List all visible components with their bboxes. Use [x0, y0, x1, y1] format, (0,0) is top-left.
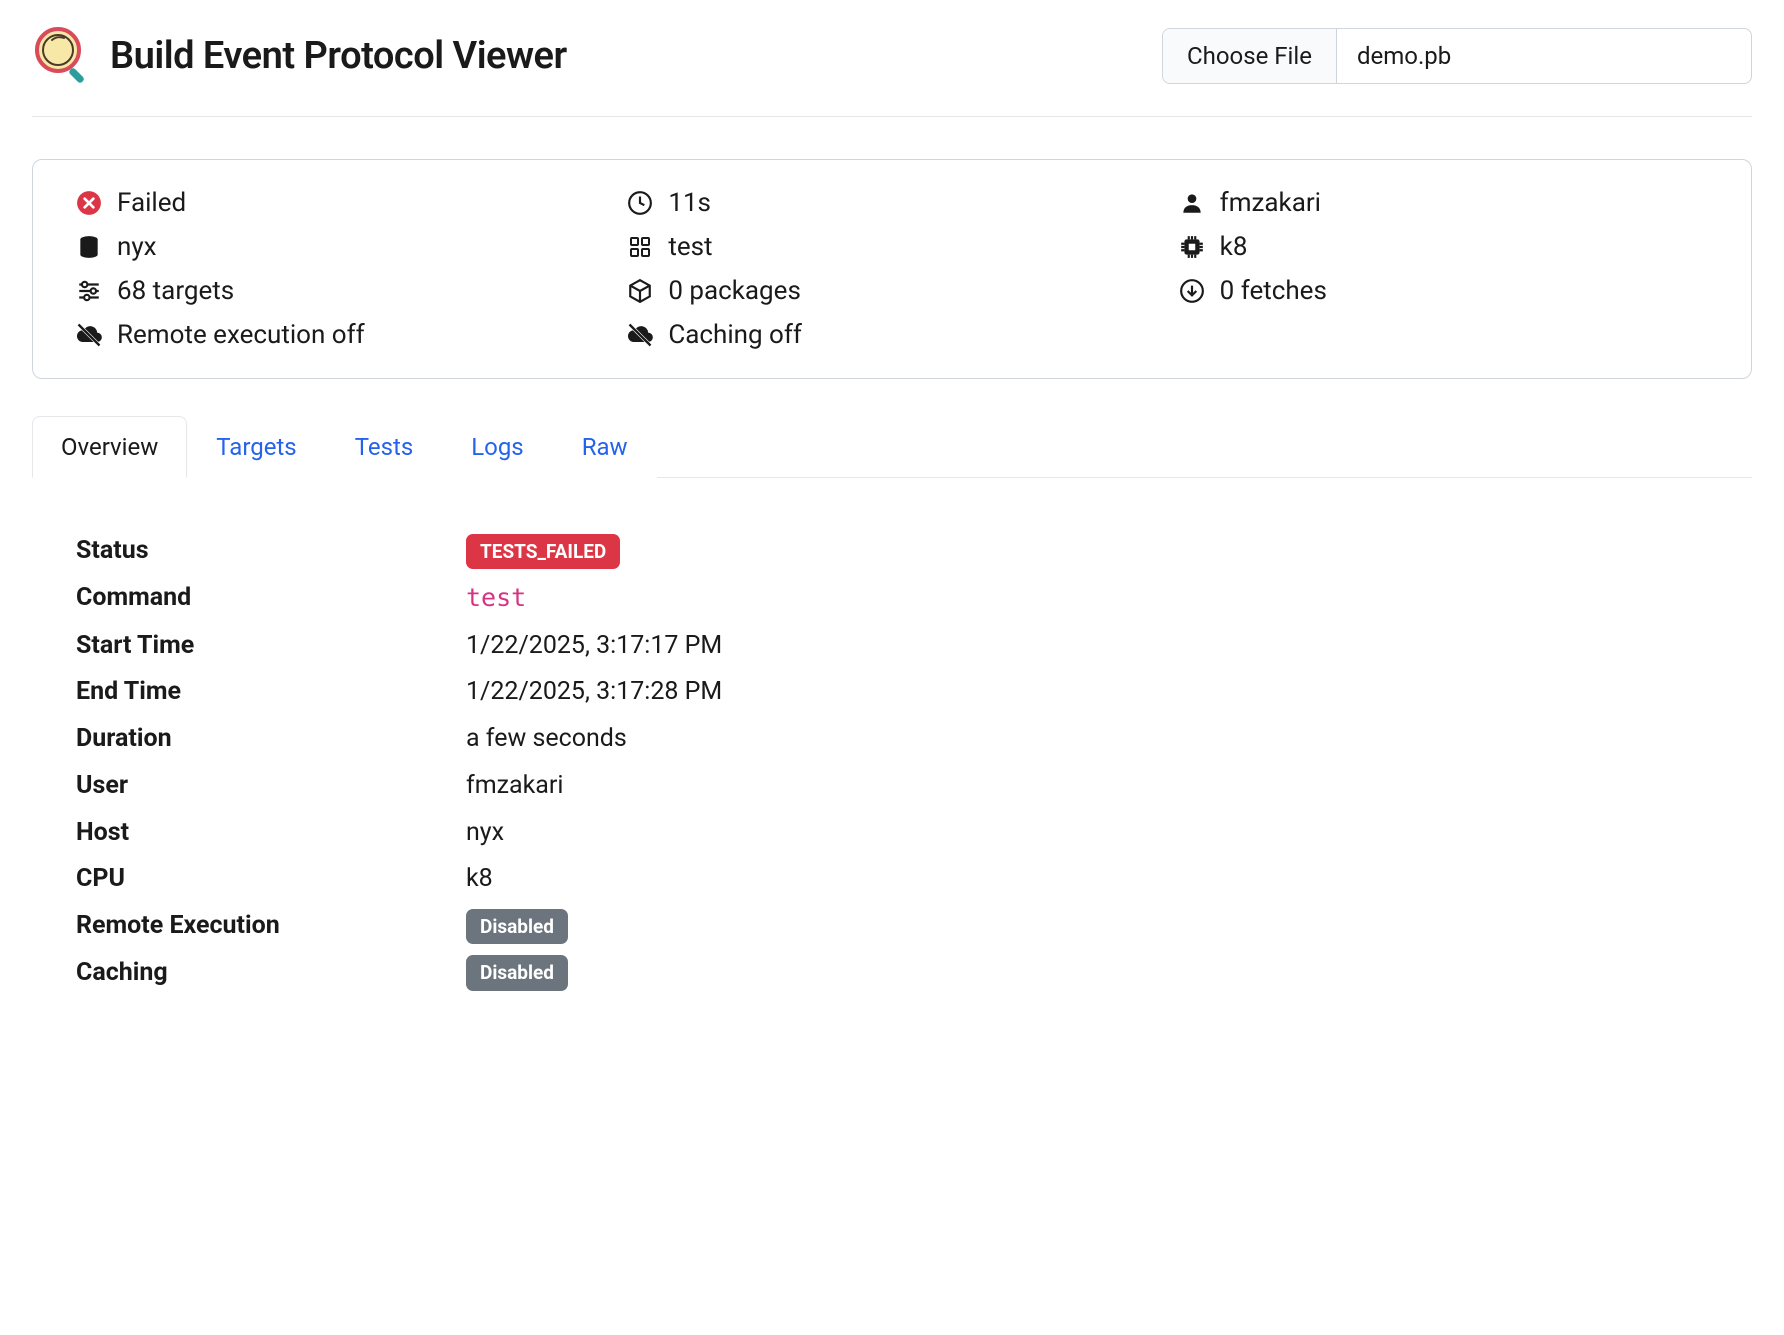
cloud-off-icon: [75, 321, 103, 349]
tab-targets[interactable]: Targets: [187, 416, 325, 478]
cpu-icon: [1178, 233, 1206, 261]
summary-host: nyx: [75, 232, 606, 262]
summary-targets-text: 68 targets: [117, 276, 234, 306]
summary-command-text: test: [668, 232, 712, 262]
summary-cpu: k8: [1178, 232, 1709, 262]
summary-packages: 0 packages: [626, 276, 1157, 306]
value-start-time: 1/22/2025, 3:17:17 PM: [466, 627, 1708, 666]
label-remote-exec: Remote Execution: [76, 907, 466, 946]
divider: [32, 116, 1752, 117]
value-duration: a few seconds: [466, 720, 1708, 759]
file-name: demo.pb: [1337, 29, 1751, 83]
summary-user: fmzakari: [1178, 188, 1709, 218]
label-duration: Duration: [76, 720, 466, 759]
clock-icon: [626, 189, 654, 217]
package-icon: [626, 277, 654, 305]
remote-exec-badge: Disabled: [466, 909, 568, 944]
value-cpu: k8: [466, 860, 1708, 899]
value-command: test: [466, 583, 526, 612]
summary-cpu-text: k8: [1220, 232, 1248, 262]
page-title: Build Event Protocol Viewer: [110, 34, 567, 78]
summary-packages-text: 0 packages: [668, 276, 801, 306]
summary-remote-exec-text: Remote execution off: [117, 320, 365, 350]
label-host: Host: [76, 814, 466, 853]
brand: Build Event Protocol Viewer: [32, 24, 567, 88]
summary-status-text: Failed: [117, 188, 186, 218]
summary-user-text: fmzakari: [1220, 188, 1321, 218]
fail-icon: [75, 189, 103, 217]
tab-raw[interactable]: Raw: [553, 416, 657, 478]
grid-icon: [626, 233, 654, 261]
tab-tests[interactable]: Tests: [326, 416, 443, 478]
label-end-time: End Time: [76, 673, 466, 712]
server-icon: [75, 233, 103, 261]
cloud-off-icon: [626, 321, 654, 349]
file-picker: Choose File demo.pb: [1162, 28, 1752, 84]
summary-host-text: nyx: [117, 232, 157, 262]
label-caching: Caching: [76, 954, 466, 993]
status-badge: TESTS_FAILED: [466, 534, 620, 569]
summary-remote-exec: Remote execution off: [75, 320, 606, 350]
summary-command: test: [626, 232, 1157, 262]
summary-caching: Caching off: [626, 320, 1157, 350]
summary-status: Failed: [75, 188, 606, 218]
sliders-icon: [75, 277, 103, 305]
label-status: Status: [76, 532, 466, 571]
tabs: Overview Targets Tests Logs Raw: [32, 415, 1752, 478]
magnifier-icon: [32, 24, 92, 88]
user-icon: [1178, 189, 1206, 217]
summary-fetches: 0 fetches: [1178, 276, 1709, 306]
overview-panel: Status TESTS_FAILED Command test Start T…: [32, 478, 1752, 993]
summary-duration: 11s: [626, 188, 1157, 218]
value-end-time: 1/22/2025, 3:17:28 PM: [466, 673, 1708, 712]
label-user: User: [76, 767, 466, 806]
choose-file-button[interactable]: Choose File: [1163, 29, 1337, 83]
summary-card: Failed 11s fmzakari nyx test: [32, 159, 1752, 379]
tab-logs[interactable]: Logs: [442, 416, 552, 478]
value-user: fmzakari: [466, 767, 1708, 806]
label-start-time: Start Time: [76, 627, 466, 666]
summary-fetches-text: 0 fetches: [1220, 276, 1327, 306]
label-command: Command: [76, 579, 466, 619]
summary-caching-text: Caching off: [668, 320, 802, 350]
label-cpu: CPU: [76, 860, 466, 899]
download-icon: [1178, 277, 1206, 305]
summary-targets: 68 targets: [75, 276, 606, 306]
summary-duration-text: 11s: [668, 188, 711, 218]
tab-overview[interactable]: Overview: [32, 416, 187, 478]
value-host: nyx: [466, 814, 1708, 853]
header: Build Event Protocol Viewer Choose File …: [32, 24, 1752, 88]
caching-badge: Disabled: [466, 955, 568, 990]
